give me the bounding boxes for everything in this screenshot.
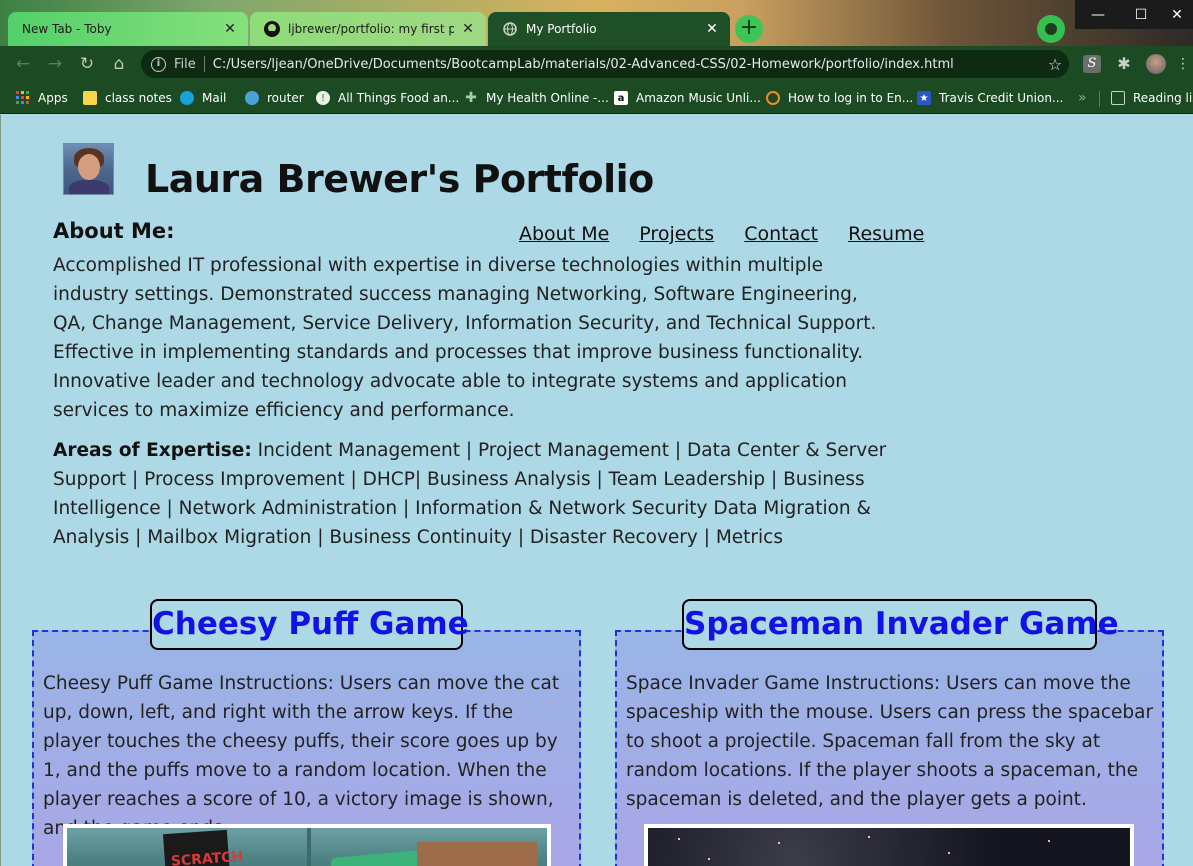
bookmark-class-notes[interactable]: class notes (83, 88, 172, 108)
nav-link-about-me[interactable]: About Me (519, 223, 609, 245)
bookmark-router[interactable]: router (245, 88, 304, 108)
address-divider (203, 56, 205, 72)
project-description: Space Invader Game Instructions: Users c… (626, 673, 1154, 810)
tab-search-icon[interactable] (1037, 15, 1065, 43)
bookmark-label: Apps (38, 91, 68, 105)
github-icon (264, 21, 280, 37)
bookmark-label: My Health Online -... (486, 91, 609, 105)
login-globe-icon (766, 91, 780, 105)
bookmark-label: How to log in to En... (788, 91, 914, 105)
nav-link-contact[interactable]: Contact (744, 223, 818, 245)
att-globe-icon (180, 91, 194, 105)
close-tab-icon[interactable]: ✕ (460, 21, 476, 37)
bookmark-label: class notes (105, 91, 172, 105)
expertise-paragraph: Areas of Expertise: Incident Management … (53, 436, 893, 552)
bookmark-label: All Things Food an... (338, 91, 460, 105)
back-arrow-icon[interactable]: ← (11, 52, 35, 76)
reload-icon[interactable]: ↻ (75, 52, 99, 76)
browser-tab-new-tab-toby[interactable]: New Tab - Toby ✕ (8, 12, 248, 46)
nav-link-resume[interactable]: Resume (848, 223, 924, 245)
profile-avatar-icon[interactable] (1146, 54, 1166, 74)
bookmark-label: Amazon Music Unli... (636, 91, 761, 105)
reading-list-icon (1111, 91, 1125, 105)
profile-photo (63, 143, 114, 195)
bookmark-label: router (267, 91, 304, 105)
globe-icon (502, 21, 518, 37)
browser-tab-my-portfolio[interactable]: My Portfolio ✕ (488, 12, 730, 46)
reading-list-button[interactable]: Reading list (1111, 88, 1193, 108)
tab-title: ljbrewer/portfolio: my first portfolio (288, 22, 454, 36)
bookmark-travis-credit-union[interactable]: ★ Travis Credit Union... (917, 88, 1063, 108)
site-nav: About Me Projects Contact Resume (519, 223, 924, 245)
bookmark-mail[interactable]: Mail (180, 88, 226, 108)
bookmark-apps[interactable]: Apps (16, 88, 68, 108)
bookmark-amazon-music[interactable]: a Amazon Music Unli... (614, 88, 761, 108)
bookmark-label: Travis Credit Union... (939, 91, 1064, 105)
project-description: Cheesy Puff Game Instructions: Users can… (43, 673, 560, 839)
browser-tab-strip: New Tab - Toby ✕ ljbrewer/portfolio: my … (0, 0, 1193, 46)
router-globe-icon (245, 91, 259, 105)
amazon-icon: a (614, 91, 628, 105)
page-title: Laura Brewer's Portfolio (145, 157, 654, 201)
tab-title: New Tab - Toby (22, 22, 112, 36)
forward-arrow-icon[interactable]: → (43, 52, 67, 76)
project-title-spaceman-invader[interactable]: Spaceman Invader Game (682, 599, 1119, 650)
bookmark-all-things-food[interactable]: ! All Things Food an... (316, 88, 459, 108)
close-tab-icon[interactable]: ✕ (222, 21, 238, 37)
credit-union-icon: ★ (917, 91, 931, 105)
extension-s-icon[interactable]: S (1083, 55, 1101, 73)
spaceman-invader-screenshot[interactable] (644, 824, 1134, 866)
home-icon[interactable]: ⌂ (107, 52, 131, 76)
bookmark-star-icon[interactable]: ☆ (1041, 55, 1069, 74)
nav-link-projects[interactable]: Projects (639, 223, 714, 245)
cheesy-puff-screenshot[interactable]: SCRATCH (63, 824, 551, 866)
close-tab-icon[interactable]: ✕ (704, 21, 720, 37)
page-content: Laura Brewer's Portfolio About Me: About… (0, 115, 1193, 866)
scratch-sign-text: SCRATCH (170, 848, 244, 866)
project-card-cheesy-puff: Cheesy Puff Game Instructions: Users can… (32, 630, 581, 866)
window-minimize-button[interactable]: — (1075, 0, 1121, 29)
reading-list-label: Reading list (1133, 91, 1193, 105)
expertise-label: Areas of Expertise: (53, 440, 252, 461)
browser-menu-icon[interactable]: ⋮ (1176, 55, 1190, 73)
apps-grid-icon (16, 91, 30, 105)
notes-icon (83, 91, 97, 105)
window-close-button[interactable]: ✕ (1161, 0, 1193, 29)
food-leaf-icon: ! (316, 91, 330, 105)
bookmark-my-health-online[interactable]: ✚ My Health Online -... (464, 88, 609, 108)
bookmark-label: Mail (202, 91, 227, 105)
project-card-spaceman-invader: Space Invader Game Instructions: Users c… (615, 630, 1164, 866)
tab-title: My Portfolio (526, 22, 597, 36)
project-title-cheesy-puff[interactable]: Cheesy Puff Game (150, 599, 469, 650)
info-icon[interactable]: i (151, 56, 166, 72)
window-maximize-button[interactable]: ☐ (1121, 0, 1161, 29)
extensions-puzzle-icon[interactable]: ✱ (1115, 55, 1133, 73)
browser-tab-github[interactable]: ljbrewer/portfolio: my first portfolio ✕ (250, 12, 486, 46)
url-text[interactable]: C:/Users/ljean/OneDrive/Documents/Bootca… (213, 57, 1041, 72)
health-cross-icon: ✚ (465, 90, 477, 106)
about-heading: About Me: (53, 219, 175, 243)
browser-toolbar: ← → ↻ ⌂ i File C:/Users/ljean/OneDrive/D… (0, 46, 1193, 82)
address-bar[interactable]: i File C:/Users/ljean/OneDrive/Documents… (141, 50, 1069, 78)
more-bookmarks-chevron-icon[interactable]: » (1078, 88, 1087, 108)
bookmarks-divider (1099, 91, 1100, 107)
bookmark-how-to-log-in[interactable]: How to log in to En... (766, 88, 913, 108)
about-text: Accomplished IT professional with expert… (53, 255, 877, 421)
new-tab-button[interactable]: + (735, 15, 763, 43)
scheme-label: File (174, 56, 196, 72)
bookmarks-bar: Apps class notes Mail router ! All Thing… (0, 82, 1193, 114)
